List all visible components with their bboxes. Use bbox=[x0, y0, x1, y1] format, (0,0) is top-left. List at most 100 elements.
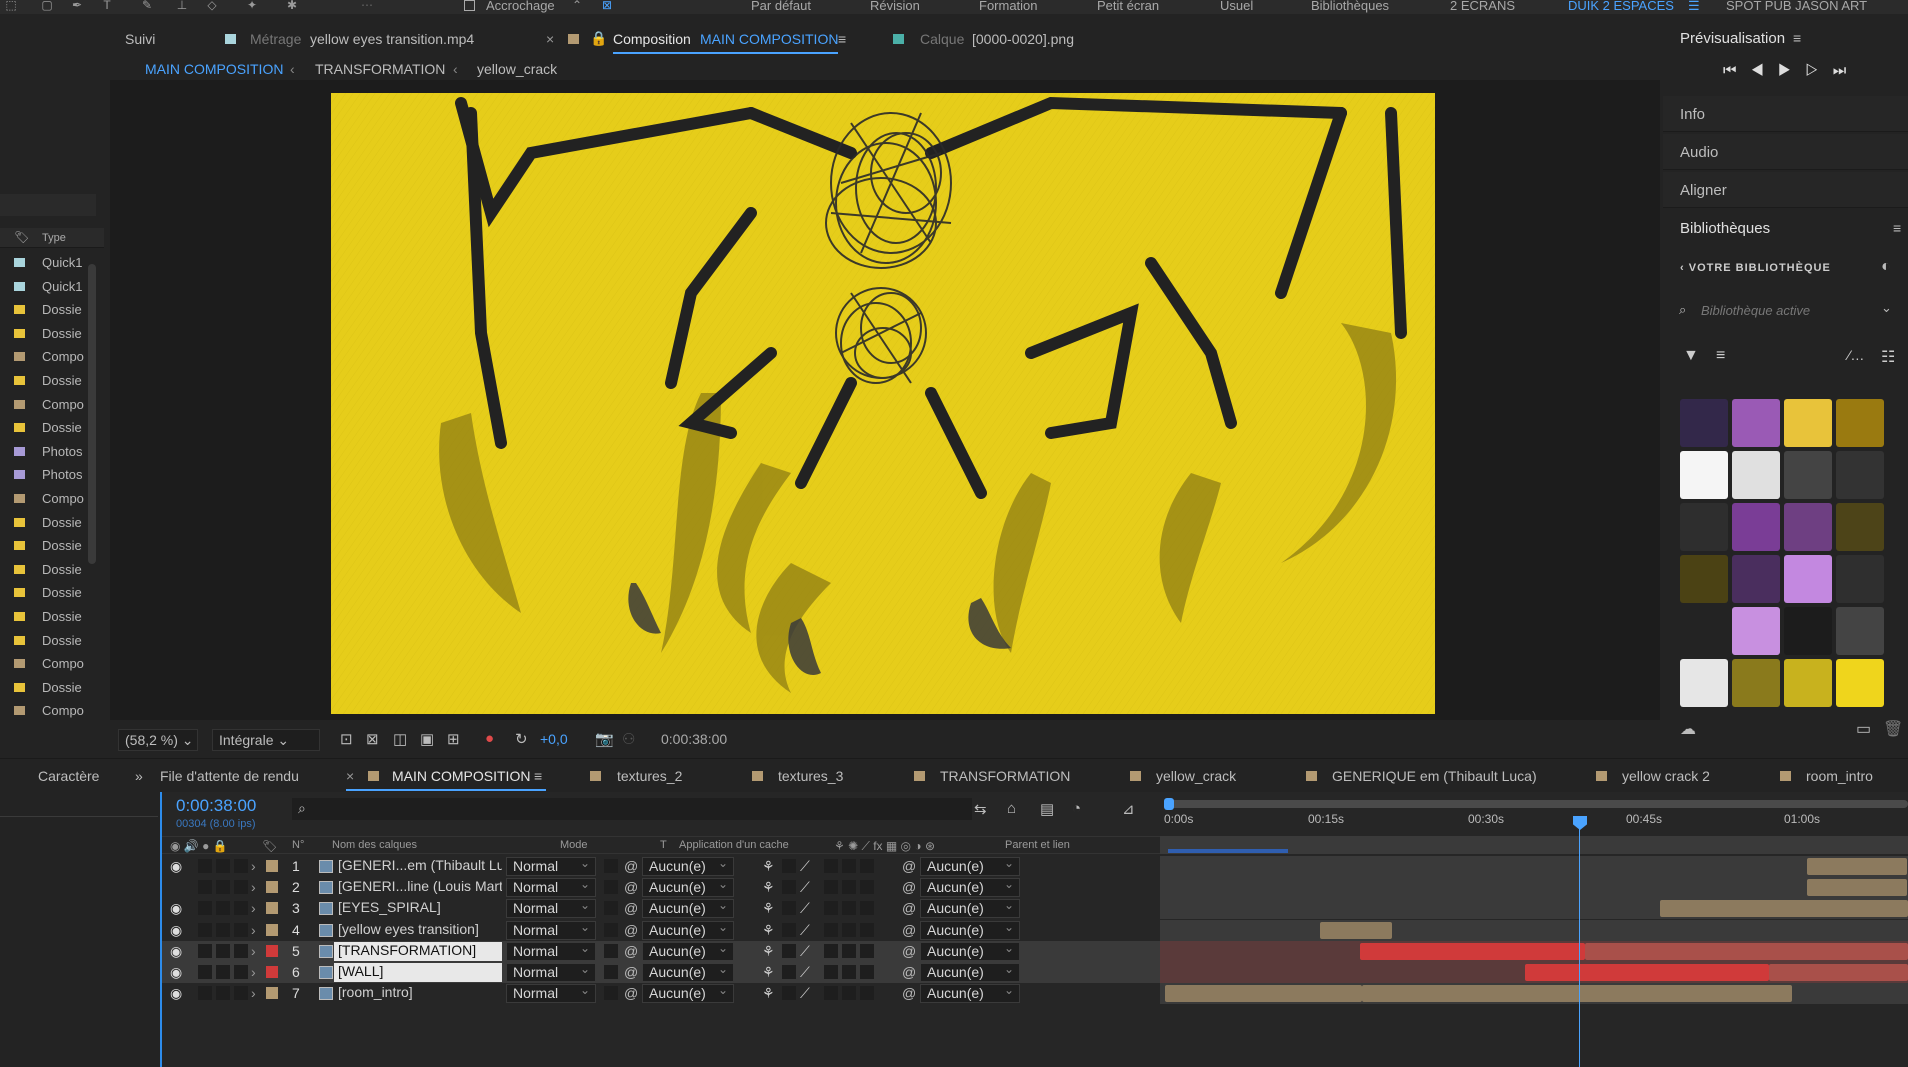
tab-textures-3[interactable]: textures_3 bbox=[778, 767, 843, 785]
motion-blur-switch[interactable] bbox=[860, 922, 874, 937]
layer-row[interactable]: ◉›6[WALL]Normal@Aucun(e)⚘⟋@Aucun(e) bbox=[162, 961, 1162, 983]
color-swatch[interactable] bbox=[1784, 503, 1832, 551]
parent-dropdown[interactable]: Aucun(e) bbox=[920, 961, 1020, 982]
blend-mode-dropdown[interactable]: Normal bbox=[506, 876, 596, 898]
track-matte-dropdown[interactable]: Aucun(e) bbox=[642, 961, 734, 982]
project-scrollbar[interactable] bbox=[88, 264, 96, 564]
layer-label-swatch[interactable] bbox=[266, 966, 278, 978]
lock-toggle[interactable] bbox=[234, 943, 248, 958]
layer-row[interactable]: ◉›7[room_intro]Normal@Aucun(e)⚘⟋@Aucun(e… bbox=[162, 982, 1162, 1004]
reset-exposure-icon[interactable]: ↻ bbox=[515, 730, 528, 748]
quality-switch-icon[interactable]: ⟋ bbox=[800, 900, 810, 917]
pickwhip-icon[interactable]: @ bbox=[902, 943, 916, 960]
library-user-icon[interactable]: ◐ bbox=[1881, 258, 1891, 276]
breadcrumb-transformation[interactable]: TRANSFORMATION bbox=[315, 60, 445, 78]
pickwhip-icon[interactable]: @ bbox=[902, 858, 916, 875]
viewer-timecode[interactable]: 0:00:38:00 bbox=[655, 729, 755, 751]
pickwhip-icon[interactable]: @ bbox=[902, 879, 916, 896]
tab-generique[interactable]: GENERIQUE em (Thibault Luca) bbox=[1332, 767, 1537, 785]
blend-mode-dropdown[interactable]: Normal bbox=[506, 982, 596, 1004]
motion-blur-switch[interactable] bbox=[860, 901, 874, 916]
project-item[interactable]: Dossie bbox=[0, 298, 90, 321]
frame-blend-switch[interactable] bbox=[842, 922, 856, 937]
quality-switch-icon[interactable]: ⟋ bbox=[800, 879, 810, 896]
project-item[interactable]: Dossie bbox=[0, 511, 90, 534]
graph-editor-icon[interactable]: ⊿ bbox=[1122, 800, 1135, 818]
fx-switch[interactable] bbox=[824, 943, 838, 958]
shy-switch-icon[interactable]: ⚘ bbox=[762, 900, 775, 917]
work-area-bar[interactable] bbox=[1160, 836, 1908, 854]
solo-toggle[interactable] bbox=[216, 901, 230, 916]
workspace-common[interactable]: Usuel bbox=[1220, 0, 1253, 14]
exposure-value[interactable]: +0,0 bbox=[540, 731, 568, 747]
trackmatte-link-icon[interactable]: @ bbox=[624, 858, 638, 875]
project-item[interactable]: Dossie bbox=[0, 676, 90, 699]
shy-switch-icon[interactable]: ⚘ bbox=[762, 858, 775, 875]
layer-duration-bar[interactable] bbox=[1320, 921, 1392, 939]
color-swatch[interactable] bbox=[1732, 503, 1780, 551]
preserve-transparency-toggle[interactable] bbox=[604, 943, 618, 958]
fit-icon[interactable]: ⊡ bbox=[340, 730, 353, 748]
track-matte-dropdown[interactable]: Aucun(e) bbox=[642, 855, 734, 876]
quality-switch-icon[interactable]: ⟋ bbox=[800, 964, 810, 981]
color-swatch[interactable] bbox=[1836, 607, 1884, 655]
preserve-transparency-toggle[interactable] bbox=[604, 901, 618, 916]
roto-tool-icon[interactable]: ✦ bbox=[245, 0, 259, 12]
parent-dropdown[interactable]: Aucun(e) bbox=[920, 940, 1020, 961]
blend-mode-dropdown[interactable]: Normal bbox=[506, 855, 596, 876]
frame-blend-switch[interactable] bbox=[842, 880, 856, 895]
fx-switch[interactable] bbox=[824, 880, 838, 895]
eraser-tool-icon[interactable]: ◇ bbox=[205, 0, 219, 12]
preserve-transparency-toggle[interactable] bbox=[604, 986, 618, 1001]
lock-toggle[interactable] bbox=[234, 880, 248, 895]
layer-label-swatch[interactable] bbox=[266, 881, 278, 894]
solo-toggle[interactable] bbox=[216, 922, 230, 937]
shy-switch-icon[interactable]: ⚘ bbox=[762, 879, 775, 896]
navigator-start-handle[interactable] bbox=[1164, 798, 1174, 810]
project-item[interactable]: Compo bbox=[0, 345, 90, 368]
color-swatch[interactable] bbox=[1836, 659, 1884, 707]
project-item[interactable]: Quick1 bbox=[0, 275, 90, 298]
grid-icon[interactable]: ⊞ bbox=[447, 730, 460, 748]
pen-tool-icon[interactable]: ✒ bbox=[70, 0, 84, 12]
layer-duration-bar[interactable] bbox=[1807, 858, 1907, 875]
track-matte-dropdown[interactable]: Aucun(e) bbox=[642, 897, 734, 919]
layer-name[interactable]: [WALL] bbox=[334, 963, 502, 982]
color-swatch[interactable] bbox=[1732, 659, 1780, 707]
layer-row[interactable]: ◉›1[GENERI...em (Thibault Luca)]Normal@A… bbox=[162, 855, 1162, 877]
layer-duration-bar[interactable] bbox=[1165, 985, 1362, 1003]
color-swatch[interactable] bbox=[1732, 451, 1780, 499]
layer-name-column-header[interactable]: Nom des calques bbox=[332, 839, 417, 851]
project-search-input[interactable] bbox=[0, 194, 96, 216]
playhead-handle[interactable] bbox=[1573, 816, 1587, 830]
align-panel-header[interactable]: Aligner bbox=[1663, 172, 1908, 208]
breadcrumb-yellow-crack[interactable]: yellow_crack bbox=[477, 60, 557, 78]
lock-toggle[interactable] bbox=[234, 901, 248, 916]
audio-panel-header[interactable]: Audio bbox=[1663, 134, 1908, 170]
project-item[interactable]: Dossie bbox=[0, 558, 90, 581]
comp-panel-menu-icon[interactable]: ≡ bbox=[838, 30, 846, 48]
parent-dropdown[interactable]: Aucun(e) bbox=[920, 876, 1020, 898]
tab-yellow-crack-2[interactable]: yellow crack 2 bbox=[1622, 767, 1710, 785]
layer-name[interactable]: [room_intro] bbox=[334, 984, 502, 1003]
tab-transformation[interactable]: TRANSFORMATION bbox=[940, 767, 1070, 785]
fx-switch[interactable] bbox=[824, 986, 838, 1001]
lock-icon[interactable]: 🔒 bbox=[590, 29, 607, 47]
parent-dropdown[interactable]: Aucun(e) bbox=[920, 982, 1020, 1004]
track-matte-dropdown[interactable]: Aucun(e) bbox=[642, 919, 734, 940]
solo-toggle[interactable] bbox=[216, 965, 230, 979]
parent-dropdown[interactable]: Aucun(e) bbox=[920, 919, 1020, 940]
project-item[interactable]: Dossie bbox=[0, 322, 90, 345]
shy-layers-icon[interactable]: ⌂ bbox=[1007, 800, 1016, 817]
workspace-review[interactable]: Révision bbox=[870, 0, 920, 14]
lock-toggle[interactable] bbox=[234, 922, 248, 937]
blend-mode-dropdown[interactable]: Normal bbox=[506, 940, 596, 961]
pickwhip-icon[interactable]: @ bbox=[902, 900, 916, 917]
audio-toggle[interactable] bbox=[198, 965, 212, 979]
snapping-checkbox[interactable] bbox=[464, 0, 475, 11]
solo-toggle[interactable] bbox=[216, 943, 230, 958]
tab-textures-2[interactable]: textures_2 bbox=[617, 767, 682, 785]
visibility-eye-icon[interactable]: ◉ bbox=[170, 900, 182, 917]
playhead-line[interactable] bbox=[1579, 828, 1580, 1067]
trackmatte-link-icon[interactable]: @ bbox=[624, 900, 638, 917]
